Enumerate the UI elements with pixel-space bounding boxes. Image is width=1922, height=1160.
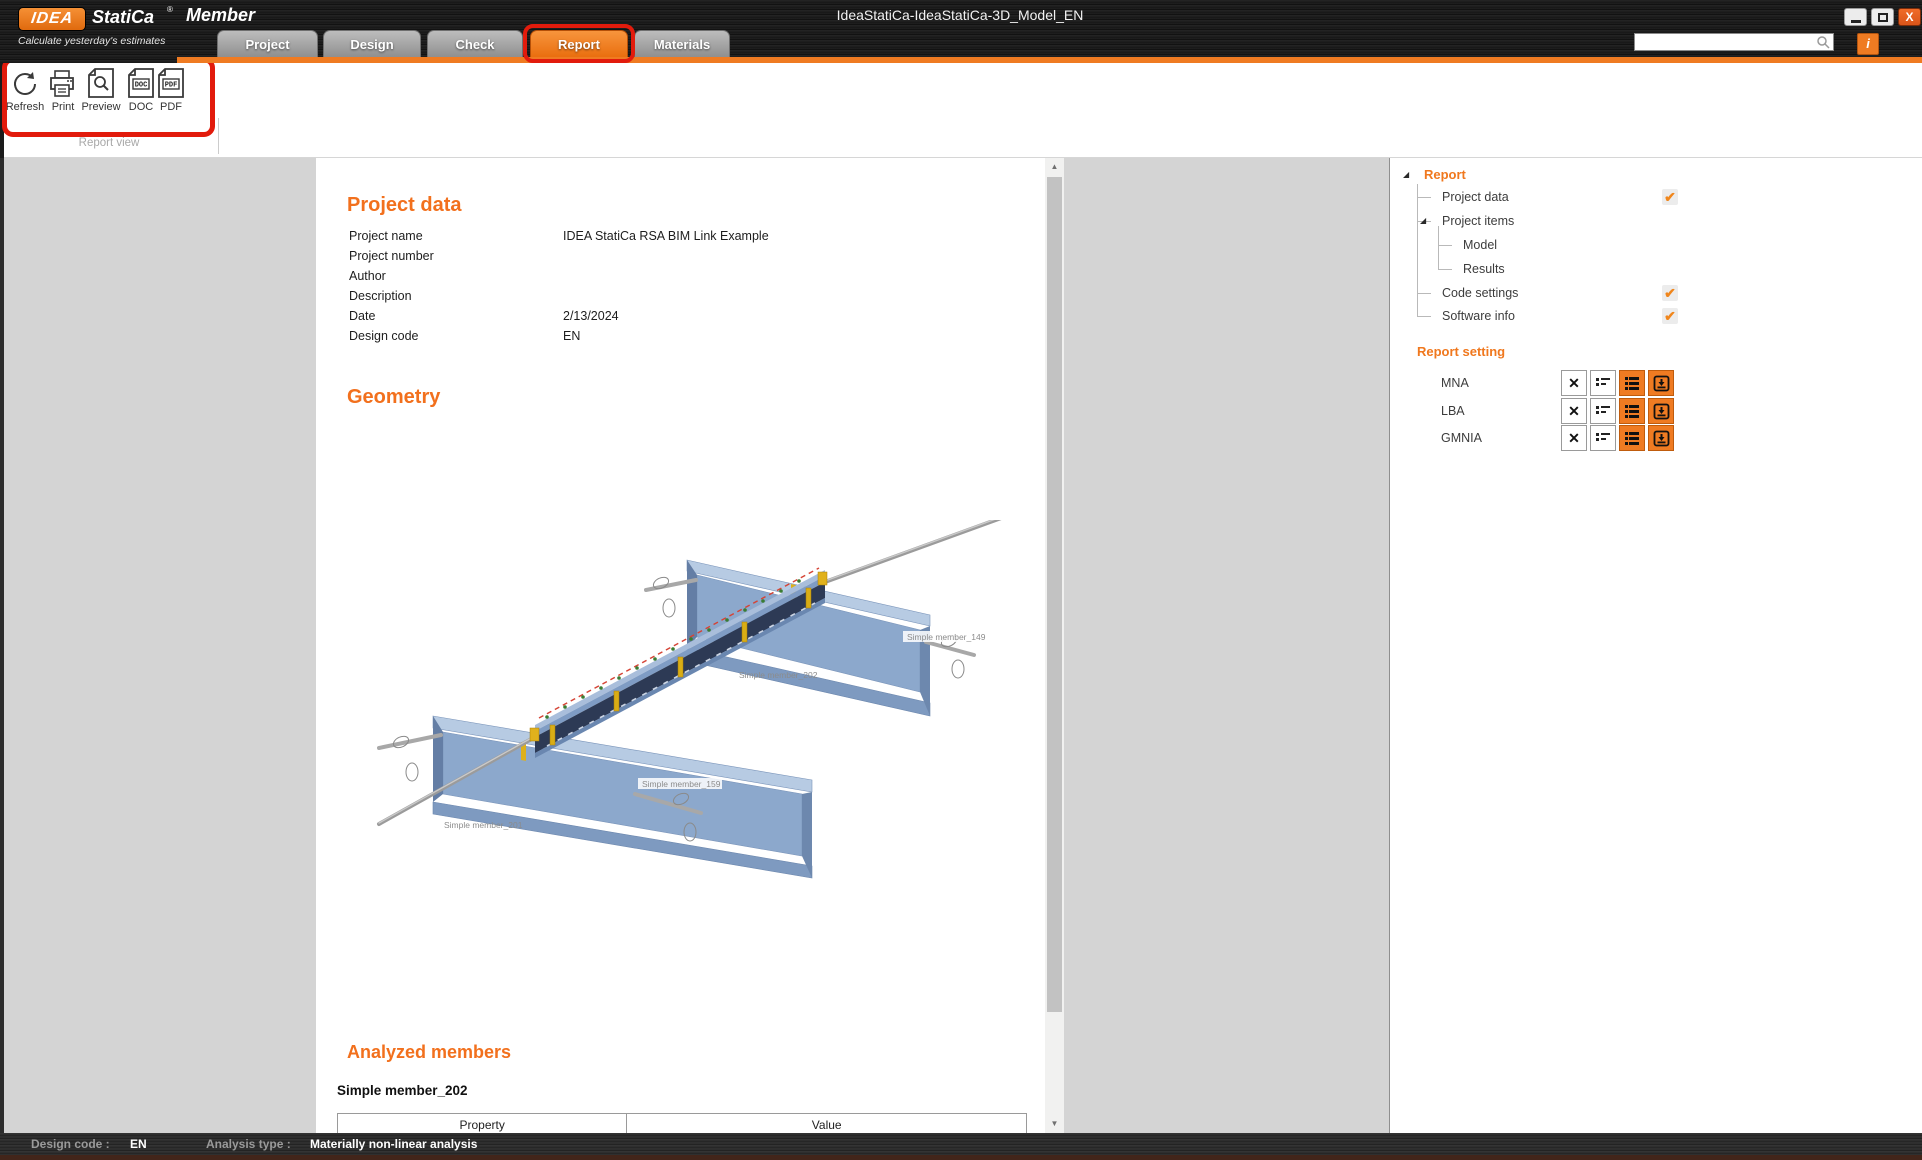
geometry-heading: Geometry [347,386,440,409]
code-settings-checkbox[interactable]: ✔ [1662,285,1678,301]
brief-list-icon [1595,430,1611,446]
field-project-name: Project nameIDEA StatiCa RSA BIM Link Ex… [349,229,769,249]
gmnia-brief-output-button[interactable] [1590,425,1616,451]
registered-mark: ® [167,5,173,14]
analysis-type-label: Analysis type : [206,1137,291,1151]
search-box [1634,33,1834,51]
tab-check[interactable]: Check [427,30,523,58]
tree-item-results[interactable]: Results [1463,262,1505,276]
project-data-checkbox[interactable]: ✔ [1662,189,1678,205]
field-project-number: Project number [349,249,563,269]
label-member-202: Simple member_202 [739,670,818,680]
mna-detailed-output-button[interactable] [1619,370,1645,396]
analysis-type-value: Materially non-linear analysis [310,1137,477,1151]
brand-tagline: Calculate yesterday's estimates [18,35,165,47]
detailed-list-icon [1624,430,1640,446]
expand-triangle-icon[interactable]: ◢ [1420,216,1426,225]
picture-icon [1653,375,1670,392]
bottom-strip [0,1155,1922,1160]
info-button[interactable]: i [1857,33,1879,55]
close-icon: X [1905,10,1913,24]
search-input[interactable] [1637,34,1815,50]
detailed-list-icon [1624,375,1640,391]
scroll-up-icon[interactable]: ▲ [1045,158,1064,176]
ribbon-toolbar: Refresh Print Preview [0,63,1922,158]
gmnia-pictures-output-button[interactable] [1648,425,1674,451]
workspace: Project data Project nameIDEA StatiCa RS… [0,158,1922,1133]
maximize-button[interactable] [1871,8,1894,26]
toolbar-group-label: Report view [0,137,218,149]
report-tab-highlight [523,24,635,63]
beam-201 [433,716,812,878]
member-202-heading: Simple member_202 [337,1083,468,1098]
left-edge [0,158,4,1133]
report-setting-heading: Report setting [1417,344,1505,359]
member-202 [530,568,827,758]
analysis-label-mna: MNA [1441,376,1501,390]
lba-none-output-button[interactable]: ✕ [1561,398,1587,424]
design-code-label: Design code : [31,1137,110,1151]
toolbar-highlight [2,57,215,137]
maximize-icon [1878,13,1888,22]
mna-none-output-button[interactable]: ✕ [1561,370,1587,396]
title-bar: IDEA StatiCa ® Member Calculate yesterda… [0,0,1922,63]
group-separator [218,118,219,154]
minimize-button[interactable] [1844,8,1867,26]
gmnia-none-output-button[interactable]: ✕ [1561,425,1587,451]
mna-brief-output-button[interactable] [1590,370,1616,396]
scrollbar-thumb[interactable] [1047,177,1062,1012]
label-member-201: Simple member_201 [444,820,523,830]
tab-underline [177,57,1922,63]
field-author: Author [349,269,563,289]
analysis-label-gmnia: GMNIA [1441,431,1501,445]
picture-icon [1653,403,1670,420]
tab-project[interactable]: Project [217,30,318,58]
lba-pictures-output-button[interactable] [1648,398,1674,424]
label-member-159: Simple member_159 [642,779,721,789]
lba-brief-output-button[interactable] [1590,398,1616,424]
search-icon[interactable] [1816,35,1831,50]
statica-logo-text: StatiCa [92,7,154,28]
picture-icon [1653,430,1670,447]
mna-pictures-output-button[interactable] [1648,370,1674,396]
tree-item-project-data[interactable]: Project data [1442,190,1509,204]
status-bar: Design code : EN Analysis type : Materia… [0,1133,1922,1155]
report-page: Project data Project nameIDEA StatiCa RS… [316,158,1045,1133]
analyzed-members-heading: Analyzed members [347,1042,511,1063]
label-member-149: Simple member_149 [907,632,986,642]
logo-text: IDEA [30,10,75,28]
field-date: Date2/13/2024 [349,309,619,329]
scroll-down-icon[interactable]: ▼ [1045,1115,1064,1133]
tab-design[interactable]: Design [323,30,421,58]
tree-item-project-items[interactable]: Project items [1442,214,1514,228]
minimize-icon [1851,20,1861,23]
gmnia-detailed-output-button[interactable] [1619,425,1645,451]
tree-item-model[interactable]: Model [1463,238,1497,252]
app-name: Member [186,5,255,26]
tab-materials[interactable]: Materials [634,30,730,58]
design-code-value: EN [130,1137,147,1151]
field-design-code: Design codeEN [349,329,580,349]
field-description: Description [349,289,563,309]
software-info-checkbox[interactable]: ✔ [1662,308,1678,324]
report-scrollbar[interactable]: ▲ ▼ [1045,158,1064,1133]
tree-root-report[interactable]: Report [1424,167,1466,182]
collapse-triangle-icon[interactable]: ◢ [1403,170,1409,179]
idea-logo: IDEA [18,7,86,31]
project-data-heading: Project data [347,194,461,217]
lba-detailed-output-button[interactable] [1619,398,1645,424]
brief-list-icon [1595,403,1611,419]
report-settings-panel: ◢ Report Project data ✔ ◢ Project items … [1389,158,1922,1133]
tree-item-software-info[interactable]: Software info [1442,309,1515,323]
close-button[interactable]: X [1898,8,1921,26]
tree-item-code-settings[interactable]: Code settings [1442,286,1518,300]
geometry-3d-view: Simple member_149 Simple member_202 Simp… [375,520,1040,1000]
analysis-label-lba: LBA [1441,404,1501,418]
detailed-list-icon [1624,403,1640,419]
window-title: IdeaStatiCa-IdeaStatiCa-3D_Model_EN [700,7,1220,23]
brief-list-icon [1595,375,1611,391]
